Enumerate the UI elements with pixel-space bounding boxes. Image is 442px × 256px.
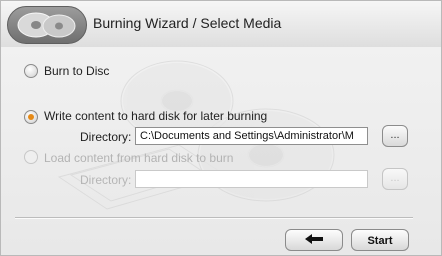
divider <box>15 217 413 219</box>
burn-to-disc-label[interactable]: Burn to Disc <box>44 64 109 78</box>
load-from-hdd-label[interactable]: Load content from hard disk to burn <box>44 151 233 165</box>
write-browse-button[interactable]: ... <box>382 125 408 147</box>
arrow-left-icon <box>304 233 324 247</box>
wizard-content: Burn to Disc Write content to hard disk … <box>1 47 441 255</box>
write-to-hdd-radio[interactable] <box>24 110 38 124</box>
start-button-label: Start <box>367 235 393 247</box>
start-button[interactable]: Start <box>351 229 409 251</box>
burning-wizard-window: Burning Wizard / Select Media Burn to Di… <box>0 0 442 256</box>
write-to-hdd-label[interactable]: Write content to hard disk for later bur… <box>44 109 267 123</box>
load-directory-label: Directory: <box>80 173 132 187</box>
load-browse-button[interactable]: ... <box>382 168 408 190</box>
disc-badge-icon <box>7 6 87 44</box>
load-from-hdd-radio[interactable] <box>24 150 38 164</box>
title-bar: Burning Wizard / Select Media <box>1 1 441 48</box>
burn-to-disc-radio[interactable] <box>24 64 38 78</box>
window-title: Burning Wizard / Select Media <box>93 15 282 31</box>
load-directory-input[interactable] <box>135 170 368 188</box>
write-directory-input[interactable]: C:\Documents and Settings\Administrator\… <box>135 127 368 145</box>
back-button[interactable] <box>285 229 343 251</box>
write-directory-label: Directory: <box>80 130 132 144</box>
